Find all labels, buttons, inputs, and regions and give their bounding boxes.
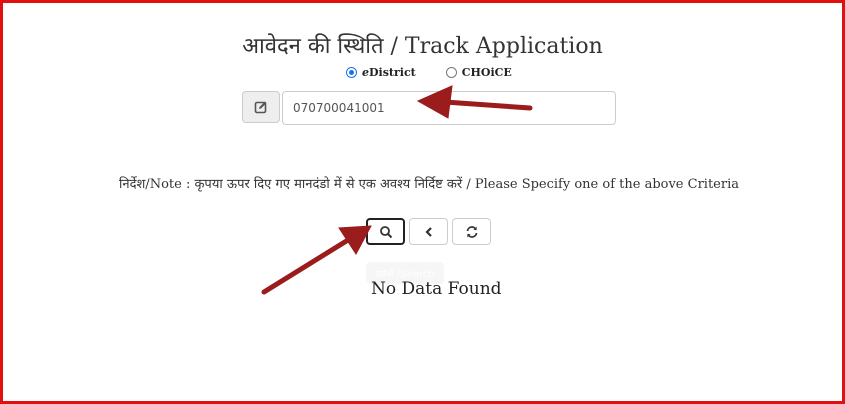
- application-number-row: [242, 91, 616, 125]
- source-radio-group: eDistrict CHOiCE: [346, 66, 542, 79]
- action-buttons: [366, 218, 495, 245]
- chevron-left-icon: [424, 226, 432, 237]
- application-number-input[interactable]: [282, 91, 616, 125]
- back-button[interactable]: [409, 218, 448, 245]
- radio-choice[interactable]: [445, 67, 457, 78]
- red-frame: [0, 0, 845, 404]
- search-icon: [379, 225, 392, 238]
- page-title: आवेदन की स्थिति / Track Application: [242, 34, 603, 59]
- no-data-message: No Data Found: [371, 279, 502, 299]
- note-text: निर्देश/Note : कृपया ऊपर दिए गए मानदंडो …: [118, 177, 739, 192]
- radio-edistrict-label[interactable]: eDistrict: [362, 66, 416, 79]
- refresh-button[interactable]: [452, 218, 491, 245]
- radio-edistrict[interactable]: [346, 67, 357, 78]
- radio-choice-label[interactable]: CHOiCE: [462, 66, 512, 79]
- edit-icon: [242, 91, 280, 123]
- search-button[interactable]: [366, 218, 405, 245]
- refresh-icon: [466, 225, 477, 238]
